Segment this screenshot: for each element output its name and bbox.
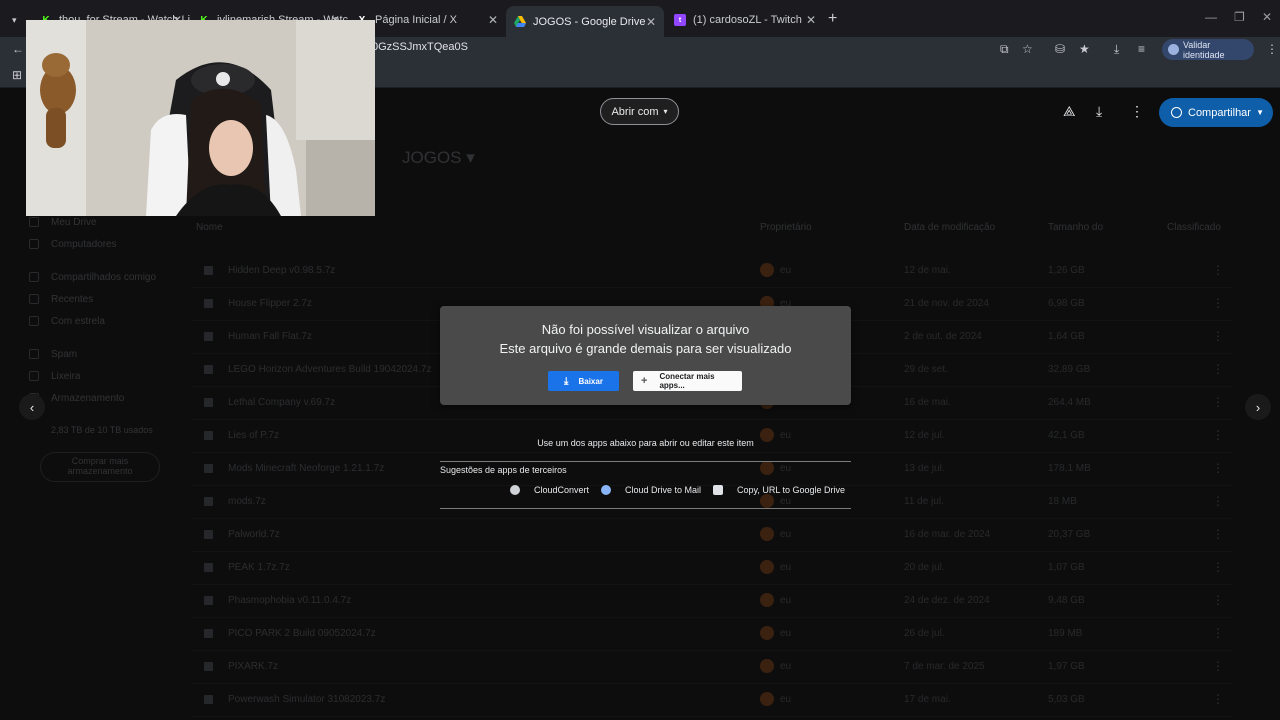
- back-icon[interactable]: ←: [12, 42, 24, 56]
- cloudconvert-icon: [510, 485, 520, 495]
- app-cloudconvert[interactable]: CloudConvert: [510, 485, 589, 495]
- app-label: CloudConvert: [534, 485, 590, 495]
- chevron-down-icon: ▾: [663, 107, 668, 116]
- next-file-button[interactable]: ›: [1245, 394, 1271, 420]
- identity-button[interactable]: Validar identidade: [1162, 39, 1254, 60]
- close-icon[interactable]: ✕: [646, 15, 656, 29]
- minimize-button[interactable]: —: [1205, 10, 1217, 24]
- tab-google-drive[interactable]: JOGOS - Google Drive ✕: [506, 6, 664, 37]
- drive-icon: [514, 16, 526, 28]
- identity-button-label: Validar identidade: [1182, 39, 1225, 60]
- dialog-title: Não foi possível visualizar o arquivo: [541, 322, 750, 337]
- apps-hint: Use um dos apps abaixo para abrir ou edi…: [537, 438, 754, 448]
- divider: [440, 461, 851, 462]
- app-label: Copy, URL to Google Drive: [737, 485, 846, 495]
- bookmark-star-icon[interactable]: ☆: [1022, 42, 1033, 56]
- cloud-drive-mail-icon: [601, 485, 611, 495]
- incognito-icon[interactable]: ⛁: [1055, 42, 1065, 56]
- tab-label: Página Inicial / X: [375, 14, 457, 26]
- connect-apps-label: Conectar mais apps...: [659, 372, 715, 390]
- connect-apps-button[interactable]: + Conectar mais apps...: [633, 371, 742, 391]
- install-app-icon[interactable]: ⧉: [1000, 42, 1009, 57]
- app-cloud-drive-to-mail[interactable]: Cloud Drive to Mail: [601, 485, 701, 495]
- new-tab-button[interactable]: +: [828, 10, 837, 28]
- menu-dots-icon[interactable]: ⋮: [1266, 42, 1278, 56]
- chevron-right-icon: ›: [1255, 399, 1261, 415]
- app-label: Cloud Drive to Mail: [625, 485, 702, 495]
- share-button[interactable]: Compartilhar ▼: [1159, 98, 1273, 127]
- bookmarks-icon[interactable]: ★: [1079, 42, 1090, 56]
- download-button-label: Baixar: [578, 376, 603, 386]
- more-options-icon[interactable]: ⋮: [1130, 103, 1144, 120]
- add-shortcut-icon[interactable]: ⟁: [1063, 103, 1076, 120]
- tab-label: JOGOS - Google Drive: [533, 15, 646, 28]
- close-icon[interactable]: ✕: [488, 13, 498, 27]
- download-icon[interactable]: ⤓: [1114, 42, 1119, 57]
- app-copy-url-to-drive[interactable]: Copy, URL to Google Drive: [713, 485, 845, 495]
- dialog-subtitle: Este arquivo é grande demais para ser vi…: [499, 341, 792, 356]
- media-control-icon[interactable]: ≡: [1138, 42, 1145, 56]
- profile-avatar-icon: [1168, 44, 1179, 55]
- suggestions-title: Sugestões de apps de terceiros: [440, 465, 567, 475]
- tab-twitch[interactable]: t (1) cardosoZL - Twitch ✕: [666, 6, 824, 34]
- tab-label: (1) cardosoZL - Twitch: [693, 14, 802, 26]
- open-with-label: Abrir com: [611, 105, 659, 118]
- preview-error-dialog: Não foi possível visualizar o arquivo Es…: [440, 306, 851, 405]
- address-bar[interactable]: 0GzSSJmxTQea0S: [372, 41, 468, 53]
- previous-file-button[interactable]: ‹: [19, 394, 45, 420]
- apps-grid-icon[interactable]: ⊞: [12, 68, 22, 82]
- globe-icon: [1171, 107, 1182, 118]
- twitch-icon: t: [674, 14, 686, 26]
- caret-down-icon[interactable]: ▼: [1256, 108, 1264, 117]
- plus-icon: +: [641, 375, 648, 387]
- close-window-button[interactable]: ✕: [1262, 10, 1272, 24]
- share-label: Compartilhar: [1188, 106, 1251, 119]
- webcam-overlay: [26, 20, 375, 216]
- webcam-feed-image: [26, 20, 375, 216]
- open-with-button[interactable]: Abrir com ▾: [600, 98, 679, 125]
- copy-url-icon: [713, 485, 723, 495]
- close-icon[interactable]: ✕: [806, 13, 816, 27]
- download-icon[interactable]: ⤓: [1096, 103, 1102, 120]
- download-icon: ⤓: [564, 375, 569, 387]
- tab-search-button[interactable]: ▾: [4, 6, 20, 34]
- maximize-button[interactable]: ❐: [1234, 10, 1245, 24]
- download-button[interactable]: ⤓ Baixar: [548, 371, 619, 391]
- divider: [440, 508, 851, 509]
- chevron-left-icon: ‹: [29, 399, 35, 415]
